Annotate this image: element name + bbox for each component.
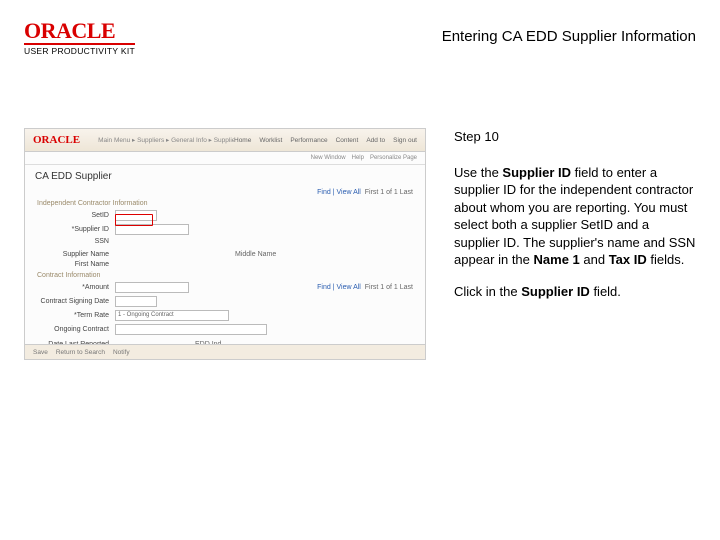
toptab[interactable]: Home — [234, 137, 251, 144]
toptab[interactable]: Content — [336, 137, 359, 144]
form-title: CA EDD Supplier — [25, 165, 425, 184]
app-screenshot: ORACLE Main Menu ▸ Suppliers ▸ General I… — [24, 128, 426, 360]
instruction-panel: Step 10 Use the Supplier ID field to ent… — [454, 128, 696, 360]
find-view[interactable]: Find | View All — [317, 189, 361, 196]
term-rate-input[interactable]: 1 - Ongoing Contract — [115, 310, 229, 321]
lbl-term-rate: *Term Rate — [37, 312, 109, 319]
lbl-setid: SetID — [37, 212, 109, 219]
contract-sd-input[interactable] — [115, 296, 157, 307]
mini-brand: ORACLE — [33, 134, 80, 146]
lbl-supplier-name: Supplier Name — [37, 251, 109, 258]
lbl-ongoing: Ongoing Contract — [37, 326, 109, 333]
save-button[interactable]: Save — [33, 349, 48, 356]
page-title: Entering CA EDD Supplier Information — [442, 28, 696, 45]
subnav[interactable]: Help — [352, 155, 364, 161]
brand-sub: USER PRODUCTIVITY KIT — [24, 43, 135, 56]
toptab[interactable]: Performance — [290, 137, 327, 144]
subnav[interactable]: New Window — [311, 155, 346, 161]
brand-main: ORACLE — [24, 20, 135, 42]
section-contract: Contract Information — [37, 272, 413, 279]
lbl-amount: *Amount — [37, 284, 109, 291]
lbl-supplier-id: *Supplier ID — [37, 226, 109, 233]
section-indep: Independent Contractor Information — [37, 200, 413, 207]
toptab[interactable]: Add to — [366, 137, 385, 144]
ongoing-input[interactable] — [115, 324, 267, 335]
return-button[interactable]: Return to Search — [56, 349, 105, 356]
toptab[interactable]: Sign out — [393, 137, 417, 144]
oracle-upk-logo: ORACLE USER PRODUCTIVITY KIT — [24, 20, 135, 56]
instruction-p2: Click in the Supplier ID field. — [454, 283, 696, 301]
lbl-first-name: First Name — [37, 261, 109, 268]
notify-button[interactable]: Notify — [113, 349, 130, 356]
highlight-box — [115, 214, 153, 226]
breadcrumb: Main Menu ▸ Suppliers ▸ General Info ▸ S… — [98, 136, 234, 144]
lbl-contract-sd: Contract Signing Date — [37, 298, 109, 305]
instruction-p1: Use the Supplier ID field to enter a sup… — [454, 164, 696, 269]
paging-2: First 1 of 1 Last — [365, 284, 413, 291]
find-view-2[interactable]: Find | View All — [317, 284, 361, 291]
step-label: Step 10 — [454, 128, 696, 146]
subnav[interactable]: Personalize Page — [370, 155, 417, 161]
toptab[interactable]: Worklist — [259, 137, 282, 144]
amount-input[interactable] — [115, 282, 189, 293]
paging: First 1 of 1 Last — [365, 189, 413, 196]
lbl-middle-name: Middle Name — [235, 251, 276, 258]
lbl-ssn: SSN — [37, 238, 109, 245]
